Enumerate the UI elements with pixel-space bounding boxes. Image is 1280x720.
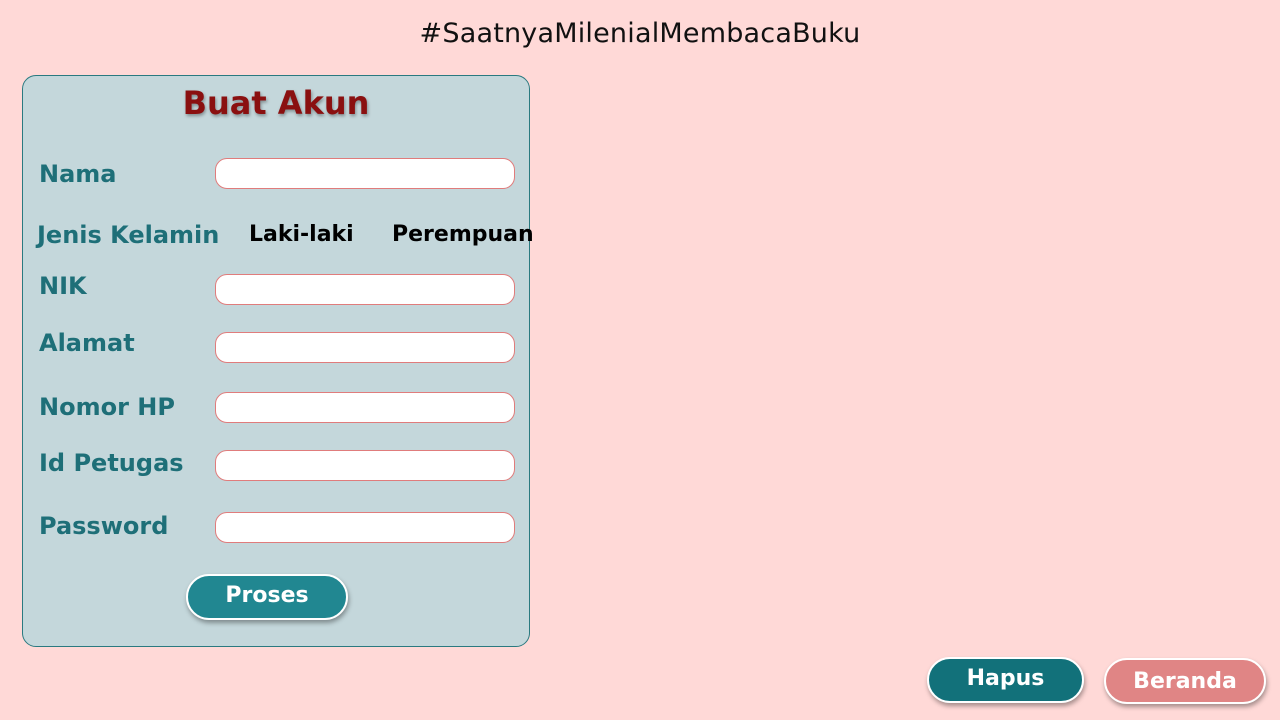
gender-option-laki-laki[interactable]: Laki-laki <box>249 222 354 247</box>
create-account-card: Buat Akun Nama Jenis Kelamin Laki-laki P… <box>22 75 534 647</box>
nama-input[interactable] <box>215 158 515 189</box>
alamat-input[interactable] <box>215 332 515 363</box>
id-petugas-input[interactable] <box>215 450 515 481</box>
gender-option-perempuan[interactable]: Perempuan <box>392 222 534 247</box>
password-input[interactable] <box>215 512 515 543</box>
password-label: Password <box>39 512 169 540</box>
proses-button[interactable]: Proses <box>186 574 348 620</box>
nik-input[interactable] <box>215 274 515 305</box>
nama-label: Nama <box>39 160 117 188</box>
nomor-hp-label: Nomor HP <box>39 393 175 421</box>
id-petugas-label: Id Petugas <box>39 449 184 477</box>
alamat-label: Alamat <box>39 329 135 357</box>
jenis-kelamin-label: Jenis Kelamin <box>37 221 220 249</box>
hapus-button[interactable]: Hapus <box>927 657 1084 703</box>
card-title: Buat Akun <box>182 84 370 122</box>
page: #SaatnyaMilenialMembacaBuku Buat Akun Na… <box>0 0 1280 720</box>
nomor-hp-input[interactable] <box>215 392 515 423</box>
beranda-button[interactable]: Beranda <box>1104 658 1266 704</box>
nik-label: NIK <box>39 272 87 300</box>
page-hashtag-title: #SaatnyaMilenialMembacaBuku <box>419 18 861 49</box>
